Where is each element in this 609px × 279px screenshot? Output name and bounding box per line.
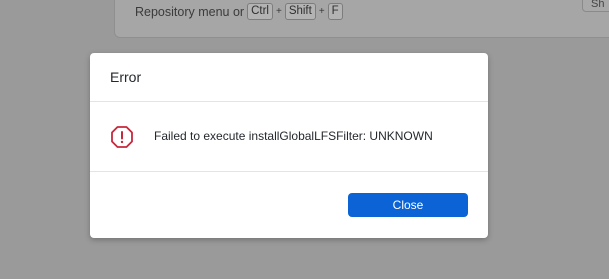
kbd-shift: Shift <box>284 3 316 20</box>
background-button: Sh <box>582 0 609 12</box>
dialog-footer: Close <box>90 172 488 238</box>
hint-text: Repository menu or <box>135 4 245 19</box>
dialog-body: Failed to execute installGlobalLFSFilter… <box>90 102 488 172</box>
background-shortcut-hint: Repository menu or Ctrl + Shift + F <box>135 3 343 20</box>
dialog-header: Error <box>90 53 488 102</box>
kbd-f: F <box>327 3 343 20</box>
kbd-plus: + <box>275 6 282 17</box>
error-octagon-icon <box>110 125 134 149</box>
error-message: Failed to execute installGlobalLFSFilter… <box>154 128 433 143</box>
dialog-title: Error <box>110 69 142 85</box>
error-dialog: Error Failed to execute installGlobalLFS… <box>90 53 488 238</box>
close-button[interactable]: Close <box>348 193 468 217</box>
kbd-ctrl: Ctrl <box>247 3 273 20</box>
kbd-plus: + <box>318 6 325 17</box>
